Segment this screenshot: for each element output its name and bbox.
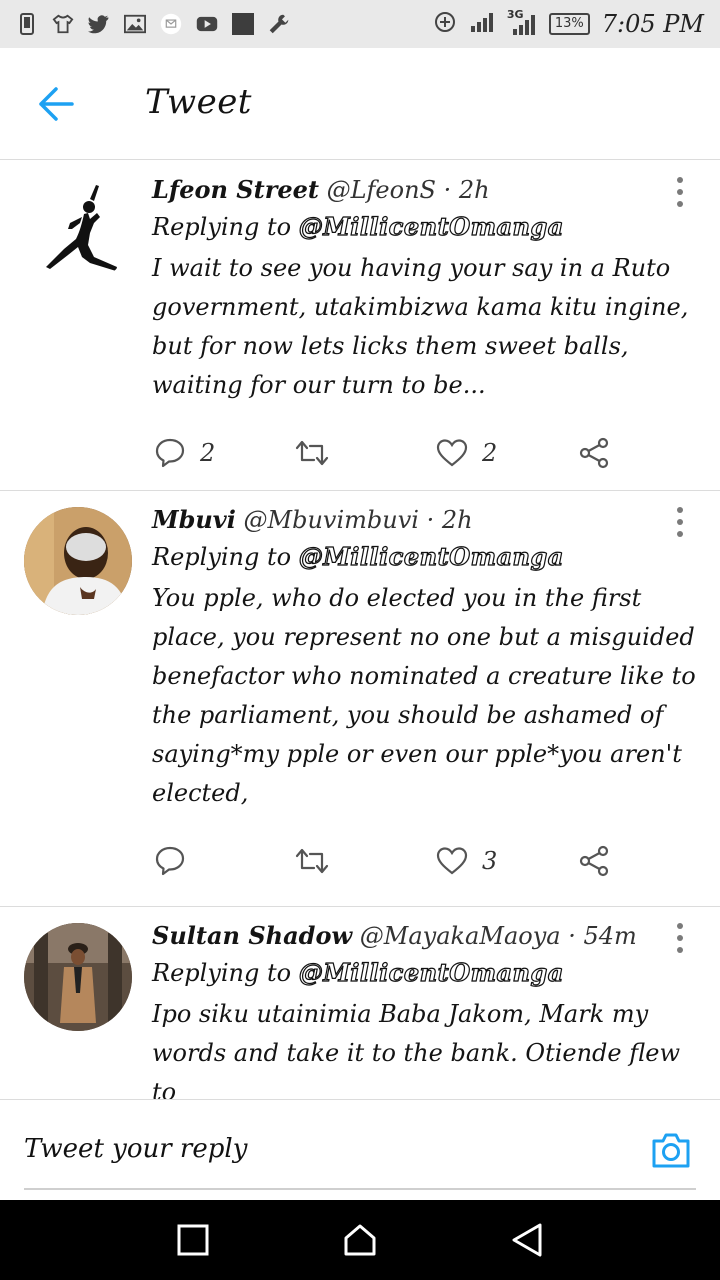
tweet-time: · 2h [443, 176, 490, 204]
retweet-icon [295, 848, 329, 874]
share-button[interactable] [578, 437, 610, 469]
clock: 7:05 PM [601, 10, 704, 38]
tweet-actions: 2 2 [154, 411, 696, 495]
more-options-icon[interactable] [670, 923, 690, 953]
battery-indicator: 13% [548, 13, 590, 35]
recents-button[interactable] [173, 1220, 213, 1260]
reply-count: 2 [200, 439, 216, 467]
camera-button[interactable] [650, 1130, 692, 1170]
author-name[interactable]: Lfeon Street [152, 175, 319, 204]
home-button[interactable] [340, 1220, 380, 1260]
back-button[interactable] [36, 86, 76, 122]
network-type: 3G [506, 8, 524, 21]
like-count: 2 [482, 439, 498, 467]
avatar[interactable] [24, 177, 132, 285]
status-bar: 3G 13% 7:05 PM [0, 0, 720, 48]
like-button[interactable]: 2 [436, 438, 578, 468]
composer-divider [24, 1188, 696, 1190]
tweet-header: Mbuvi @Mbuvimbuvi · 2h [152, 503, 696, 537]
mail-icon [160, 13, 182, 35]
tweet-text: Ipo siku utainimia Baba Jakom, Mark my w… [152, 1000, 680, 1099]
tweet-text: I wait to see you having your say in a R… [152, 254, 689, 399]
twitter-icon [88, 13, 110, 35]
reply-button[interactable]: 2 [154, 437, 294, 469]
retweet-button[interactable] [294, 846, 436, 876]
app-icon [232, 13, 254, 35]
youtube-icon [196, 13, 218, 35]
data-saver-icon [433, 10, 457, 38]
tweet-time: · 54m [568, 922, 637, 950]
more-options-icon[interactable] [670, 177, 690, 207]
heart-icon [436, 439, 468, 467]
mention-link[interactable]: @MillicentOmanga [298, 541, 564, 571]
replying-to: Replying to @MillicentOmanga [152, 537, 696, 577]
reply-feed[interactable]: Lfeon Street @LfeonS · 2h Replying to @M… [0, 161, 720, 1099]
author-handle: @Mbuvimbuvi [243, 506, 419, 534]
reply-icon [155, 438, 185, 468]
more-options-icon[interactable] [670, 507, 690, 537]
profile-photo [24, 923, 132, 1031]
signal-3g-icon: 3G [507, 8, 537, 36]
like-button[interactable]: 3 [436, 846, 578, 876]
tweet-item[interactable]: Sultan Shadow @MayakaMaoya · 54m Replyin… [0, 907, 720, 1099]
author-handle: @LfeonS [326, 176, 436, 204]
notification-icons [16, 13, 290, 35]
phone-icon [16, 13, 38, 35]
heart-icon [436, 847, 468, 875]
tweet-header: Lfeon Street @LfeonS · 2h [152, 173, 696, 207]
reply-input[interactable]: Tweet your reply [24, 1134, 247, 1164]
system-nav-bar [0, 1200, 720, 1280]
replying-to: Replying to @MillicentOmanga [152, 953, 696, 993]
tweet-actions: 3 [154, 819, 696, 903]
back-nav-button[interactable] [507, 1220, 547, 1260]
tweet-text: You pple, who do elected you in the firs… [152, 584, 696, 807]
avatar[interactable] [24, 507, 132, 615]
retweet-icon [295, 440, 329, 466]
mention-link[interactable]: @MillicentOmanga [298, 957, 564, 987]
image-icon [124, 13, 146, 35]
retweet-button[interactable] [294, 438, 436, 468]
reply-composer[interactable]: Tweet your reply [0, 1099, 720, 1200]
tshirt-icon [52, 13, 74, 35]
camera-icon [652, 1133, 690, 1168]
signal-icon [469, 11, 495, 37]
wrench-icon [268, 13, 290, 35]
arrow-left-icon [39, 87, 74, 121]
back-icon [512, 1223, 542, 1257]
author-name[interactable]: Mbuvi [152, 505, 236, 534]
replying-to: Replying to @MillicentOmanga [152, 207, 696, 247]
avatar[interactable] [24, 923, 132, 1031]
share-button[interactable] [578, 845, 610, 877]
home-icon [344, 1224, 376, 1256]
recents-icon [177, 1224, 209, 1256]
author-name[interactable]: Sultan Shadow [152, 921, 352, 950]
app-header: Tweet [0, 48, 720, 160]
reply-button[interactable] [154, 845, 294, 877]
profile-photo [24, 507, 132, 615]
replying-label: Replying to [152, 213, 292, 241]
page-title: Tweet [145, 82, 252, 122]
reply-icon [155, 846, 185, 876]
mention-link[interactable]: @MillicentOmanga [298, 211, 564, 241]
like-count: 3 [482, 847, 498, 875]
share-icon [579, 437, 609, 469]
tweet-item[interactable]: Lfeon Street @LfeonS · 2h Replying to @M… [0, 161, 720, 491]
tweet-item[interactable]: Mbuvi @Mbuvimbuvi · 2h Replying to @Mill… [0, 491, 720, 907]
tweet-header: Sultan Shadow @MayakaMaoya · 54m [152, 919, 696, 953]
tweet-time: · 2h [426, 506, 473, 534]
share-icon [579, 845, 609, 877]
replying-label: Replying to [152, 543, 292, 571]
system-indicators: 3G 13% 7:05 PM [433, 8, 704, 38]
author-handle: @MayakaMaoya [359, 922, 561, 950]
replying-label: Replying to [152, 959, 292, 987]
jumpman-icon [46, 185, 117, 271]
